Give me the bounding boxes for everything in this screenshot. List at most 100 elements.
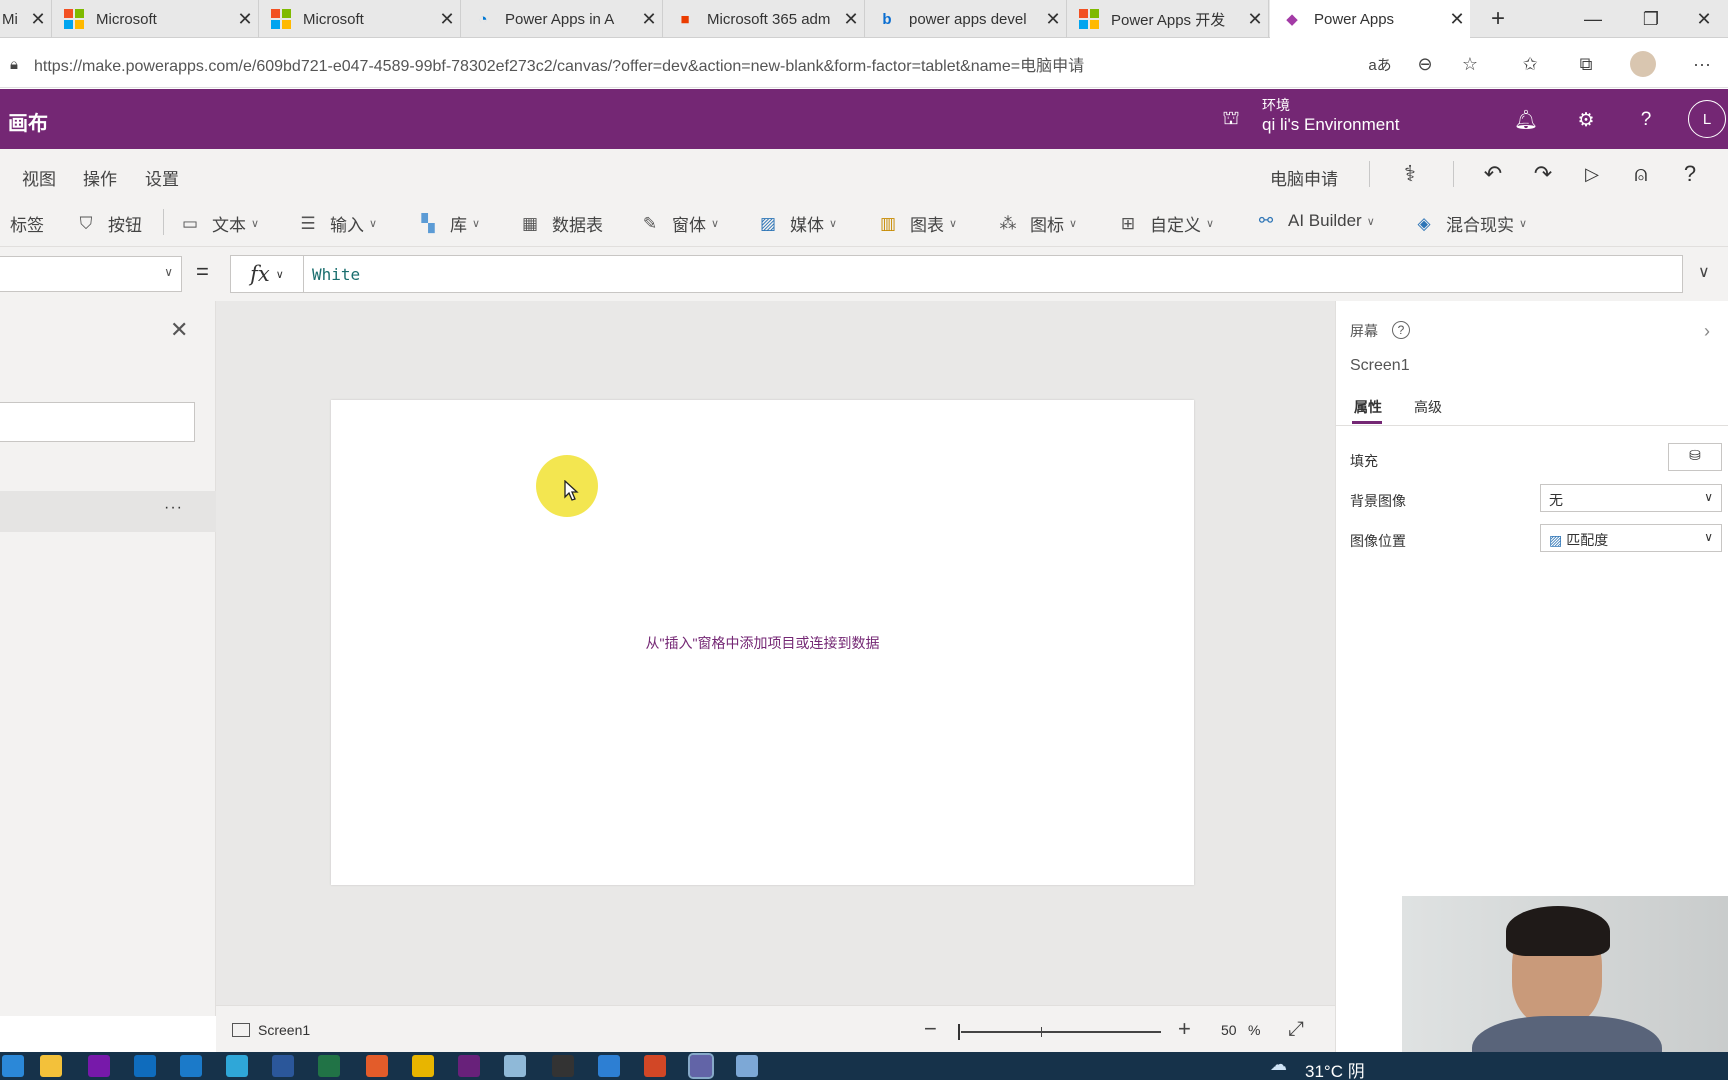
zoom-in-button[interactable]: + <box>1178 1016 1191 1042</box>
fill-color-picker[interactable]: ⛁ <box>1668 443 1722 471</box>
browser-tab[interactable]: b power apps devel ✕ <box>865 0 1067 38</box>
search-input[interactable] <box>0 402 195 442</box>
tree-item-app[interactable]: ··· <box>0 491 216 532</box>
lock-icon[interactable]: 🔒︎ <box>0 50 28 78</box>
help-icon[interactable]: ? <box>1392 321 1410 339</box>
property-selector[interactable]: ∨ <box>0 256 182 292</box>
insert-chart-button[interactable]: ▥ 图表 ∨ <box>878 211 957 236</box>
teams-icon[interactable] <box>688 1053 714 1079</box>
bell-icon[interactable]: 🔔︎ <box>1511 105 1541 135</box>
screen-name[interactable]: Screen1 <box>258 1022 310 1038</box>
tab-properties[interactable]: 属性 <box>1354 397 1382 417</box>
more-icon[interactable]: ··· <box>1688 50 1716 78</box>
onenote-icon[interactable] <box>88 1055 110 1077</box>
insert-media-button[interactable]: ▨ 媒体 ∨ <box>758 211 837 236</box>
todo-icon[interactable] <box>598 1055 620 1077</box>
weather-text[interactable]: 31°C 阴 <box>1305 1057 1365 1082</box>
close-icon[interactable]: ✕ <box>25 9 51 30</box>
browser-tab[interactable]: ■ Microsoft 365 adm ✕ <box>663 0 865 38</box>
share-user-icon[interactable]: ⍝ <box>1626 159 1656 189</box>
insert-input-button[interactable]: ☰ 输入 ∨ <box>298 211 377 236</box>
vscode-icon[interactable] <box>180 1055 202 1077</box>
start-icon[interactable] <box>2 1055 24 1077</box>
visual-studio-icon[interactable] <box>458 1055 480 1077</box>
edge-icon[interactable] <box>226 1055 248 1077</box>
screen-canvas[interactable]: 从"插入"窗格中添加项目或连接到数据 <box>331 400 1194 885</box>
close-icon[interactable]: ✕ <box>232 9 258 30</box>
outlook-icon[interactable] <box>134 1055 156 1077</box>
empty-screen-hint[interactable]: 从"插入"窗格中添加项目或连接到数据 <box>331 633 1194 653</box>
menu-settings[interactable]: 设置 <box>145 165 179 190</box>
close-icon[interactable]: ✕ <box>170 317 188 343</box>
app-icon[interactable] <box>366 1055 388 1077</box>
app-icon[interactable] <box>736 1055 758 1077</box>
insert-button-button[interactable]: ⛉ 按钮 <box>76 211 142 236</box>
zoom-out-icon[interactable]: ⊖ <box>1411 50 1439 78</box>
insert-text-button[interactable]: ▭ 文本 ∨ <box>180 211 259 236</box>
background-image-dropdown[interactable]: 无 ∨ <box>1540 484 1722 512</box>
chevron-right-icon[interactable]: › <box>1704 321 1710 342</box>
more-icon[interactable]: ··· <box>164 499 183 517</box>
word-icon[interactable] <box>272 1055 294 1077</box>
insert-datatable-button[interactable]: ▦ 数据表 <box>520 211 603 236</box>
insert-form-button[interactable]: ✎ 窗体 ∨ <box>640 211 719 236</box>
browser-tab[interactable]: Microsoft ✕ <box>259 0 461 38</box>
app-name[interactable]: 电脑申请 <box>1270 165 1338 190</box>
powerpoint-icon[interactable] <box>644 1055 666 1077</box>
text-icon: ▭ <box>181 213 199 233</box>
restore-icon[interactable]: ❐ <box>1623 0 1679 38</box>
fx-button[interactable]: fx ∨ <box>230 255 304 293</box>
zoom-out-button[interactable]: − <box>924 1016 937 1042</box>
excel-icon[interactable] <box>318 1055 340 1077</box>
menu-action[interactable]: 操作 <box>83 165 117 190</box>
tab-advanced[interactable]: 高级 <box>1414 397 1442 417</box>
url-field[interactable]: https://make.powerapps.com/e/609bd721-e0… <box>34 52 1084 76</box>
insert-mixed-reality-button[interactable]: ◈ 混合现实 ∨ <box>1414 211 1527 236</box>
app-checker-icon[interactable]: ⚕ <box>1395 159 1425 189</box>
browser-tab[interactable]: Microsoft ✕ <box>52 0 259 38</box>
close-icon[interactable]: ✕ <box>636 9 662 30</box>
minimize-icon[interactable]: — <box>1565 0 1621 38</box>
terminal-icon[interactable] <box>552 1055 574 1077</box>
favorites-icon[interactable]: ✩ <box>1516 50 1544 78</box>
fit-to-window-icon[interactable]: ⤢ <box>1288 1018 1304 1041</box>
profile-avatar-icon[interactable] <box>1630 51 1656 77</box>
redo-icon[interactable]: ↷ <box>1528 159 1558 189</box>
read-aloud-icon[interactable]: aあ <box>1366 50 1394 78</box>
collections-icon[interactable]: ⧉ <box>1572 50 1600 78</box>
close-icon[interactable]: ✕ <box>434 9 460 30</box>
formula-input[interactable]: White <box>303 255 1683 293</box>
insert-custom-button[interactable]: ⊞ 自定义 ∨ <box>1118 211 1214 236</box>
menu-view[interactable]: 视图 <box>22 165 56 190</box>
zoom-slider-thumb[interactable] <box>958 1024 960 1040</box>
close-icon[interactable]: ✕ <box>1242 9 1268 30</box>
browser-tab-active[interactable]: ◆ Power Apps ✕ <box>1270 0 1470 38</box>
expand-formula-icon[interactable]: ∨ <box>1698 262 1710 282</box>
browser-tab[interactable]: ◔ Power Apps in A ✕ <box>461 0 663 38</box>
avatar[interactable]: L <box>1688 100 1726 138</box>
insert-ai-builder-button[interactable]: ⚯ AI Builder ∨ <box>1256 211 1375 231</box>
browser-icon[interactable] <box>504 1055 526 1077</box>
new-tab-button[interactable]: + <box>1470 0 1526 38</box>
close-icon[interactable]: ✕ <box>1444 9 1470 30</box>
gear-icon[interactable]: ⚙ <box>1571 105 1601 135</box>
browser-tab[interactable]: Power Apps 开发 ✕ <box>1067 0 1269 38</box>
undo-icon[interactable]: ↶ <box>1478 159 1508 189</box>
environment-name[interactable]: qi li's Environment <box>1262 115 1399 135</box>
close-window-icon[interactable]: ✕ <box>1681 0 1727 38</box>
help-icon[interactable]: ? <box>1675 159 1705 189</box>
insert-label-button[interactable]: 标签 <box>10 211 44 236</box>
zoom-slider[interactable] <box>958 1024 1161 1040</box>
file-explorer-icon[interactable] <box>40 1055 62 1077</box>
help-icon[interactable]: ? <box>1631 105 1661 135</box>
insert-icons-button[interactable]: ⁂ 图标 ∨ <box>998 211 1078 236</box>
close-icon[interactable]: ✕ <box>1040 9 1066 30</box>
browser-tab[interactable]: Mi ✕ <box>0 0 52 38</box>
close-icon[interactable]: ✕ <box>838 9 864 30</box>
favorite-add-icon[interactable]: ☆ <box>1456 50 1484 78</box>
play-icon[interactable]: ▷ <box>1577 159 1607 189</box>
image-position-dropdown[interactable]: ▨ 匹配度 ∨ <box>1540 524 1722 552</box>
power-bi-icon[interactable] <box>412 1055 434 1077</box>
insert-gallery-button[interactable]: ▚ 库 ∨ <box>418 211 480 236</box>
zoom-value[interactable]: 50 <box>1221 1022 1237 1038</box>
